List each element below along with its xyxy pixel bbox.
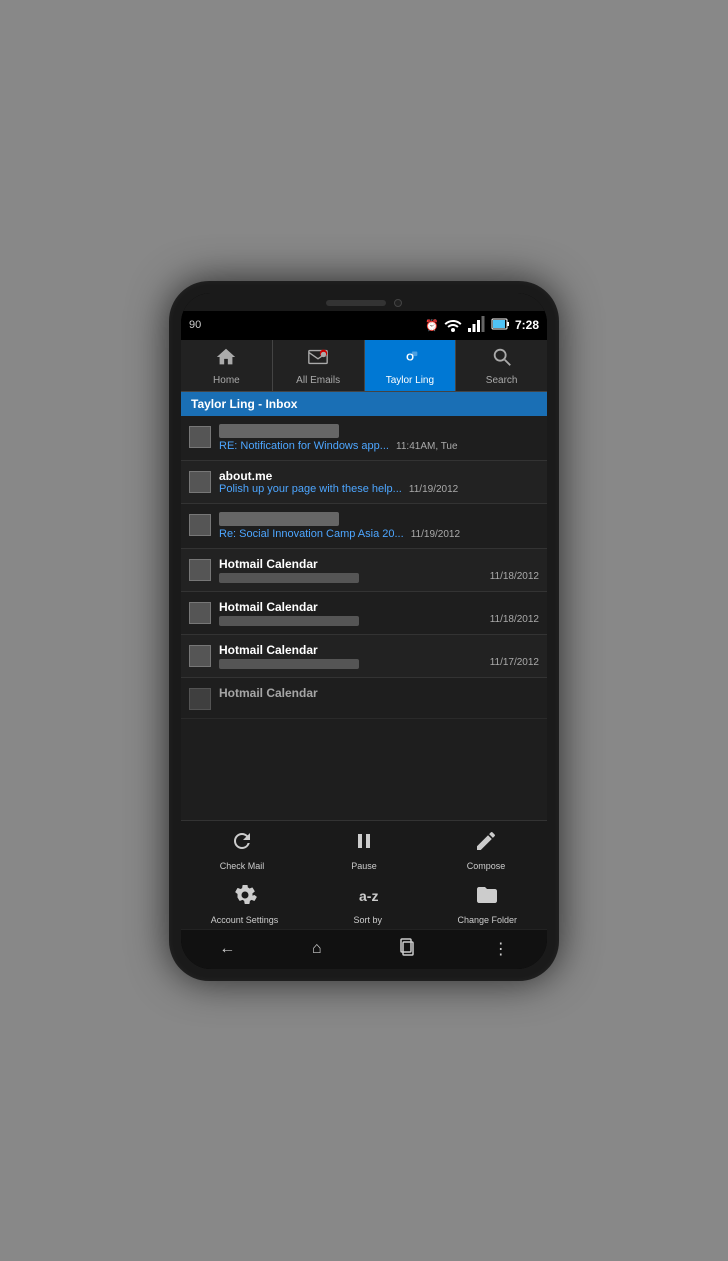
nav-recents-button[interactable] xyxy=(386,936,428,963)
tab-search[interactable]: Search xyxy=(456,340,547,391)
email-subject-2: Polish up your page with these help... 1… xyxy=(219,483,539,495)
pause-icon xyxy=(352,829,376,859)
status-notifications: 90 xyxy=(189,319,201,331)
email-content-6: Hotmail Calendar 11/17/2012 xyxy=(219,643,539,669)
compose-icon xyxy=(474,829,498,859)
alarm-icon: ⏰ xyxy=(425,319,439,332)
settings-icon xyxy=(233,883,257,913)
email-checkbox-2[interactable] xyxy=(189,471,211,493)
home-icon xyxy=(215,346,237,373)
folder-icon xyxy=(475,883,499,913)
status-time: 7:28 xyxy=(515,318,539,332)
refresh-icon xyxy=(230,829,254,859)
email-sender-2: about.me xyxy=(219,469,539,483)
inbox-header: Taylor Ling - Inbox xyxy=(181,392,547,416)
status-icons: ⏰ 7:28 xyxy=(425,314,539,337)
email-content-1: RE: Notification for Windows app... 11:4… xyxy=(219,424,539,452)
email-meta-6: 11/17/2012 xyxy=(490,657,539,668)
mail-icon: @ xyxy=(307,346,329,373)
phone-screen: 90 ⏰ 7:28 Home xyxy=(181,293,547,969)
compose-button[interactable]: Compose xyxy=(456,829,516,871)
status-bar: 90 ⏰ 7:28 xyxy=(181,311,547,340)
email-item-5[interactable]: Hotmail Calendar 11/18/2012 xyxy=(181,592,547,635)
nav-more-button[interactable]: ⋮ xyxy=(481,937,521,961)
email-item-1[interactable]: RE: Notification for Windows app... 11:4… xyxy=(181,416,547,461)
email-content-2: about.me Polish up your page with these … xyxy=(219,469,539,495)
email-sender-6: Hotmail Calendar xyxy=(219,643,539,657)
email-sender-1 xyxy=(219,424,339,438)
email-item-3[interactable]: Re: Social Innovation Camp Asia 20... 11… xyxy=(181,504,547,549)
signal-icon xyxy=(467,314,487,337)
pause-button[interactable]: Pause xyxy=(334,829,394,871)
email-checkbox-4[interactable] xyxy=(189,559,211,581)
compose-label: Compose xyxy=(467,861,506,871)
email-meta-2: 11/19/2012 xyxy=(409,484,458,495)
email-content-4: Hotmail Calendar 11/18/2012 xyxy=(219,557,539,583)
phone-frame: 90 ⏰ 7:28 Home xyxy=(169,281,559,981)
email-sender-5: Hotmail Calendar xyxy=(219,600,539,614)
email-item-6[interactable]: Hotmail Calendar 11/17/2012 xyxy=(181,635,547,678)
sort-by-button[interactable]: a-z Sort by xyxy=(338,883,398,925)
email-list: RE: Notification for Windows app... 11:4… xyxy=(181,416,547,820)
outlook-icon: O xyxy=(399,346,421,373)
tab-home-label: Home xyxy=(213,375,240,386)
tab-bar: Home @ All Emails O Taylor Ling Search xyxy=(181,340,547,392)
svg-text:a-z: a-z xyxy=(359,888,378,904)
email-content-5: Hotmail Calendar 11/18/2012 xyxy=(219,600,539,626)
front-camera xyxy=(394,299,402,307)
change-folder-button[interactable]: Change Folder xyxy=(457,883,517,925)
tab-taylor-ling-label: Taylor Ling xyxy=(386,375,434,386)
account-settings-label: Account Settings xyxy=(211,915,279,925)
battery-icon xyxy=(491,314,511,337)
email-item-2[interactable]: about.me Polish up your page with these … xyxy=(181,461,547,504)
email-sender-7: Hotmail Calendar xyxy=(219,686,539,700)
toolbar-row-2: Account Settings a-z Sort by Change Fold… xyxy=(181,875,547,929)
account-settings-button[interactable]: Account Settings xyxy=(211,883,279,925)
nav-home-button[interactable]: ⌂ xyxy=(300,938,334,960)
bottom-toolbar: Check Mail Pause Compose xyxy=(181,820,547,929)
email-checkbox-1[interactable] xyxy=(189,426,211,448)
wifi-icon xyxy=(443,314,463,337)
search-icon xyxy=(491,346,513,373)
email-meta-3: 11/19/2012 xyxy=(411,529,460,540)
email-subject-1: RE: Notification for Windows app... 11:4… xyxy=(219,440,539,452)
email-sender-4: Hotmail Calendar xyxy=(219,557,539,571)
email-content-3: Re: Social Innovation Camp Asia 20... 11… xyxy=(219,512,539,540)
change-folder-label: Change Folder xyxy=(457,915,517,925)
tab-home[interactable]: Home xyxy=(181,340,273,391)
tab-search-label: Search xyxy=(486,375,518,386)
tab-all-emails[interactable]: @ All Emails xyxy=(273,340,365,391)
email-subject-3: Re: Social Innovation Camp Asia 20... 11… xyxy=(219,528,539,540)
check-mail-button[interactable]: Check Mail xyxy=(212,829,272,871)
phone-top-hardware xyxy=(181,293,547,311)
sort-icon: a-z xyxy=(356,883,380,913)
tab-taylor-ling[interactable]: O Taylor Ling xyxy=(365,340,457,391)
tab-all-emails-label: All Emails xyxy=(296,375,340,386)
email-checkbox-7[interactable] xyxy=(189,688,211,710)
speaker-grill xyxy=(326,300,386,306)
email-checkbox-5[interactable] xyxy=(189,602,211,624)
email-content-7: Hotmail Calendar xyxy=(219,686,539,700)
check-mail-label: Check Mail xyxy=(220,861,265,871)
email-meta-1: 11:41AM, Tue xyxy=(396,441,458,452)
email-checkbox-6[interactable] xyxy=(189,645,211,667)
nav-back-button[interactable]: ← xyxy=(207,938,247,960)
email-item-4[interactable]: Hotmail Calendar 11/18/2012 xyxy=(181,549,547,592)
sort-by-label: Sort by xyxy=(354,915,383,925)
pause-label: Pause xyxy=(351,861,377,871)
email-sender-3 xyxy=(219,512,339,526)
email-item-7[interactable]: Hotmail Calendar xyxy=(181,678,547,719)
email-meta-5: 11/18/2012 xyxy=(490,614,539,625)
email-meta-4: 11/18/2012 xyxy=(490,571,539,582)
email-checkbox-3[interactable] xyxy=(189,514,211,536)
svg-text:@: @ xyxy=(321,352,326,357)
android-nav-bar: ← ⌂ ⋮ xyxy=(181,929,547,969)
toolbar-row-1: Check Mail Pause Compose xyxy=(181,821,547,875)
